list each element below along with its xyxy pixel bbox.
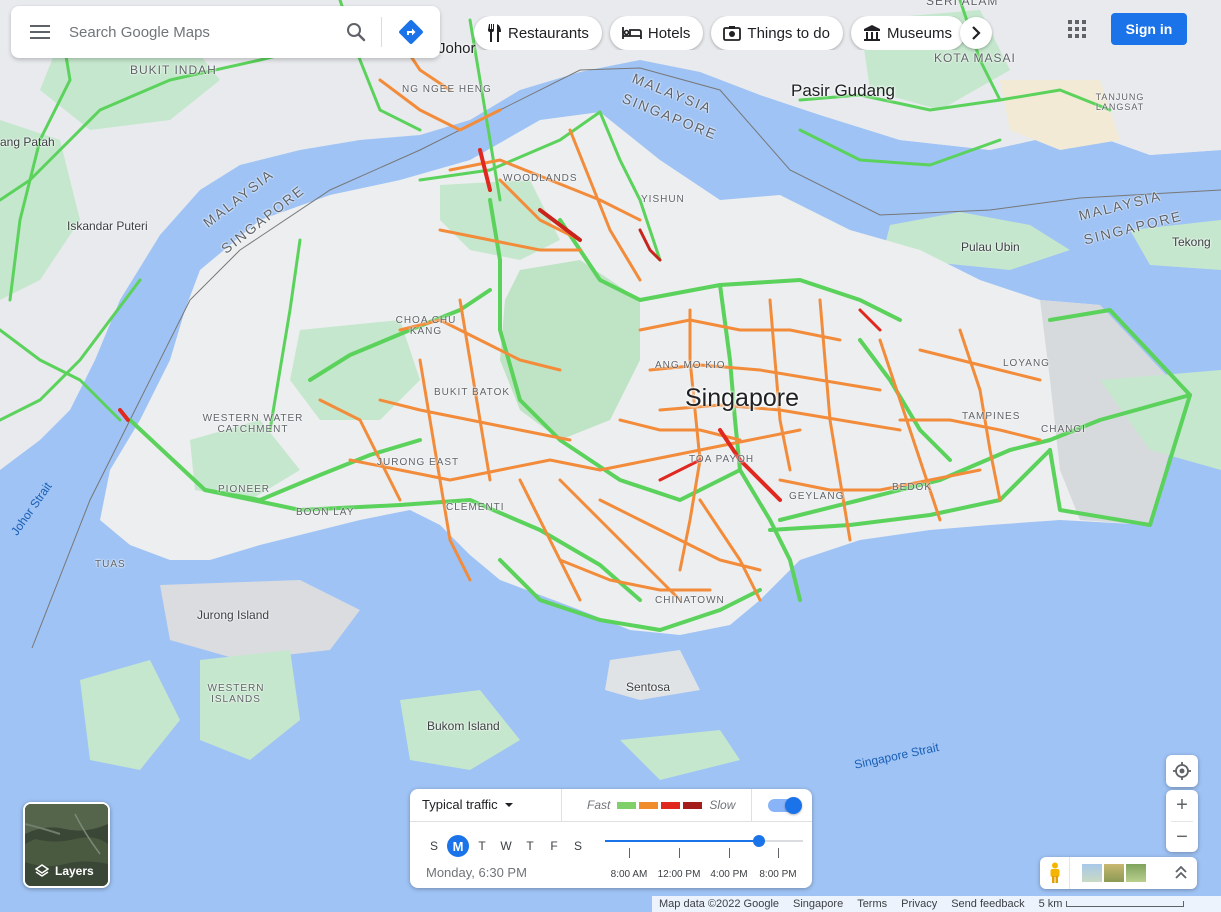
slider-label-4pm: 4:00 PM (710, 869, 748, 880)
hotel-icon (621, 27, 642, 39)
traffic-header: Typical traffic Fast Slow (410, 789, 812, 822)
day-tuesday[interactable]: T (470, 835, 494, 857)
legend-swatch-1 (617, 801, 637, 809)
toggle-knob (785, 797, 802, 814)
layers-label: Layers (35, 864, 94, 878)
pegman-button[interactable] (1040, 857, 1070, 889)
camera-icon (723, 26, 742, 41)
scale-line (1066, 901, 1185, 907)
legend-fast: Fast (587, 798, 611, 812)
terms-link[interactable]: Terms (850, 898, 894, 910)
zoom-controls: + − (1166, 790, 1198, 852)
search-input[interactable] (69, 12, 331, 52)
traffic-datetime: Monday, 6:30 PM (426, 865, 527, 880)
send-feedback-link[interactable]: Send feedback (944, 898, 1031, 910)
apps-button[interactable] (1060, 12, 1094, 46)
layers-button[interactable]: Layers (23, 802, 110, 888)
scale-label: 5 km (1038, 898, 1063, 910)
street-view-panel (1040, 857, 1197, 889)
directions-icon (399, 20, 423, 44)
pegman-icon (1050, 862, 1059, 883)
chip-museums[interactable]: Museums (850, 16, 965, 50)
day-friday[interactable]: F (542, 835, 566, 857)
restaurant-icon (488, 24, 501, 42)
slider-tick-8pm (778, 848, 779, 858)
map-canvas[interactable] (0, 0, 1221, 912)
privacy-link[interactable]: Privacy (894, 898, 944, 910)
traffic-panel: Typical traffic Fast Slow S M T W T F S … (410, 789, 812, 888)
traffic-separator (751, 789, 752, 822)
day-saturday[interactable]: S (566, 835, 590, 857)
search-button[interactable] (331, 6, 381, 58)
my-location-button[interactable] (1166, 755, 1198, 787)
imagery-thumb-green (1126, 864, 1146, 882)
traffic-toggle[interactable] (768, 797, 802, 814)
time-slider[interactable]: 8:00 AM 12:00 PM 4:00 PM 8:00 PM (605, 833, 803, 880)
slider-label-8am: 8:00 AM (610, 869, 648, 880)
traffic-separator (561, 789, 562, 822)
day-thursday[interactable]: T (518, 835, 542, 857)
map-footer: Map data ©2022 Google Singapore Terms Pr… (652, 896, 1221, 912)
zoom-out-button[interactable]: − (1166, 822, 1198, 853)
imagery-thumbnails[interactable] (1082, 864, 1146, 882)
chip-things-to-do[interactable]: Things to do (711, 16, 843, 50)
day-wednesday[interactable]: W (494, 835, 518, 857)
legend-swatch-2 (639, 801, 659, 809)
legend-swatch-4 (683, 801, 703, 809)
day-sunday[interactable]: S (422, 835, 446, 857)
zoom-in-button[interactable]: + (1166, 790, 1198, 821)
chip-label: Restaurants (508, 24, 589, 42)
slider-fill (605, 840, 760, 842)
chip-label: Things to do (747, 24, 830, 42)
search-box (11, 6, 440, 58)
scale-bar[interactable]: 5 km (1032, 898, 1192, 910)
my-location-icon (1173, 762, 1191, 780)
double-chevron-up-icon (1175, 866, 1187, 879)
imagery-thumb-field (1104, 864, 1124, 882)
traffic-mode-label: Typical traffic (422, 797, 498, 812)
dropdown-arrow-icon (504, 802, 513, 807)
sign-in-button[interactable]: Sign in (1111, 13, 1187, 45)
legend-slow: Slow (709, 798, 736, 812)
day-monday[interactable]: M (447, 835, 469, 857)
expand-button[interactable] (1171, 863, 1191, 883)
chevron-right-icon (972, 26, 981, 40)
slider-tick-4pm (729, 848, 730, 858)
map-data-credit: Map data ©2022 Google (659, 898, 780, 910)
chip-label: Hotels (647, 24, 691, 42)
layers-icon (35, 864, 49, 877)
menu-button[interactable] (11, 6, 69, 58)
layers-text: Layers (55, 864, 94, 878)
slider-label-8pm: 8:00 PM (759, 869, 797, 880)
directions-button[interactable] (382, 6, 440, 58)
region-link[interactable]: Singapore (786, 898, 850, 910)
apps-grid-icon (1068, 20, 1086, 38)
slider-tick-8am (629, 848, 630, 858)
search-icon (347, 23, 366, 42)
menu-icon (30, 25, 50, 39)
chips-next-button[interactable] (960, 17, 992, 49)
chip-hotels[interactable]: Hotels (609, 16, 704, 50)
chip-restaurants[interactable]: Restaurants (474, 16, 602, 50)
slider-tick-12pm (679, 848, 680, 858)
chip-label: Museums (886, 24, 952, 42)
category-chips: Restaurants Hotels Things to do Museums (474, 16, 992, 50)
museum-icon (863, 25, 880, 41)
legend-swatch-3 (661, 801, 681, 809)
traffic-mode-dropdown[interactable]: Typical traffic (422, 797, 514, 812)
traffic-legend: Fast Slow (587, 798, 735, 812)
imagery-thumb-sky (1082, 864, 1102, 882)
slider-label-12pm: 12:00 PM (657, 869, 701, 880)
day-selector: S M T W T F S (422, 835, 590, 857)
slider-thumb[interactable] (753, 835, 766, 847)
